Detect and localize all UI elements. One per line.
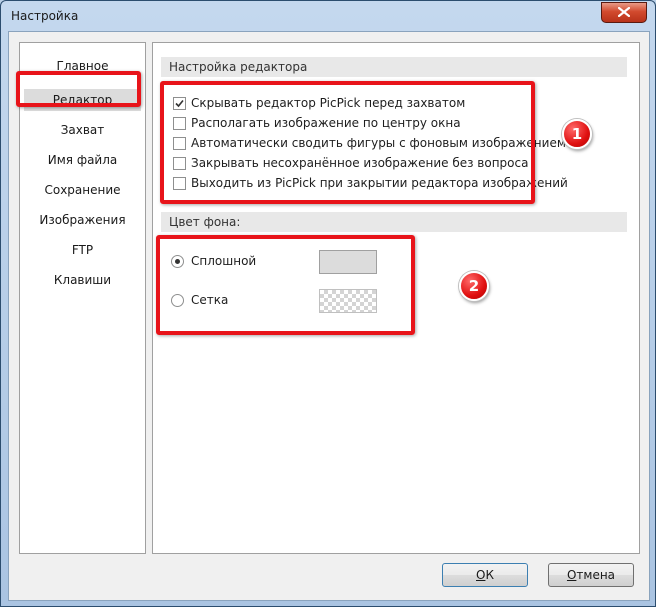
sidebar-nav: Главное Редактор Захват Имя файла Сохран… [19,42,146,554]
highlight-background-options [156,235,415,335]
title-bar: Настройка [1,1,655,31]
highlight-editor-tab [16,71,141,107]
sidebar-item-capture[interactable]: Захват [24,119,141,141]
sidebar-item-filename[interactable]: Имя файла [24,149,141,171]
ok-button[interactable]: ОК [442,563,528,587]
editor-settings-header: Настройка редактора [161,57,627,77]
highlight-editor-options [160,81,535,204]
ok-label: К [485,568,494,582]
close-button[interactable] [601,2,647,23]
cancel-button[interactable]: Отмена [548,563,634,587]
background-color-header: Цвет фона: [161,212,627,232]
cancel-mnemonic: О [566,568,577,582]
sidebar-item-images[interactable]: Изображения [24,209,141,231]
sidebar-item-ftp[interactable]: FTP [24,239,141,261]
sidebar-item-hotkeys[interactable]: Клавиши [24,269,141,291]
close-icon [618,7,630,17]
annotation-badge-1: 1 [562,119,592,149]
cancel-label: тмена [576,568,616,582]
settings-window: Настройка Главное Редактор Захват Имя фа… [0,0,656,607]
window-title: Настройка [11,9,79,23]
sidebar-item-saving[interactable]: Сохранение [24,179,141,201]
annotation-badge-2: 2 [459,271,489,301]
